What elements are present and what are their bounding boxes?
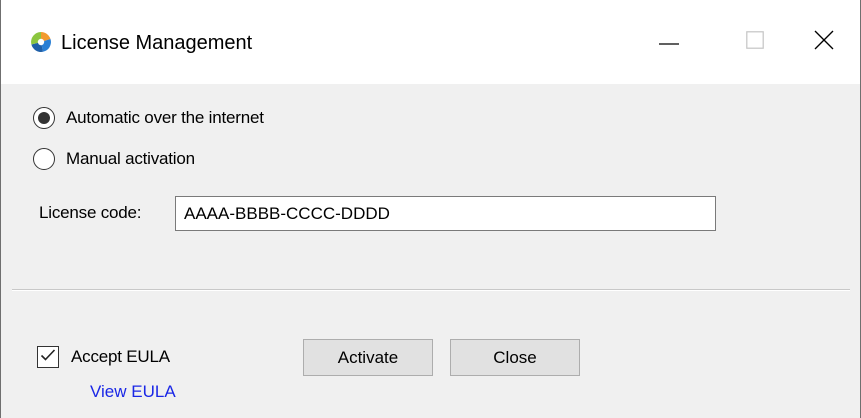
radio-automatic[interactable]: Automatic over the internet xyxy=(33,105,264,131)
radio-manual-label: Manual activation xyxy=(66,149,195,168)
maximize-icon xyxy=(746,30,764,54)
license-code-input[interactable] xyxy=(175,196,716,231)
accept-eula-checkbox-row[interactable]: Accept EULA xyxy=(37,345,170,369)
radio-automatic-label: Automatic over the internet xyxy=(66,108,264,127)
close-icon xyxy=(814,30,834,55)
radio-button-unchecked[interactable] xyxy=(33,148,55,170)
accept-eula-checkbox[interactable] xyxy=(37,346,59,368)
license-code-label: License code: xyxy=(39,203,142,222)
checkmark-icon xyxy=(40,348,56,367)
view-eula-link[interactable]: View EULA xyxy=(90,380,176,404)
separator xyxy=(12,289,850,291)
app-logo-icon xyxy=(29,30,53,54)
radio-dot xyxy=(38,112,50,124)
minimize-icon xyxy=(659,33,679,51)
activate-button[interactable]: Activate xyxy=(303,339,433,376)
license-management-window: License Management Automatic over the in… xyxy=(0,0,861,418)
accept-eula-label: Accept EULA xyxy=(71,347,170,366)
close-window-button[interactable] xyxy=(781,0,861,84)
window-title: License Management xyxy=(61,32,253,54)
close-button[interactable]: Close xyxy=(450,339,580,376)
radio-button-checked[interactable] xyxy=(33,107,55,129)
title-bar[interactable]: License Management xyxy=(1,0,860,84)
minimize-button[interactable] xyxy=(626,0,712,84)
radio-manual[interactable]: Manual activation xyxy=(33,146,195,172)
